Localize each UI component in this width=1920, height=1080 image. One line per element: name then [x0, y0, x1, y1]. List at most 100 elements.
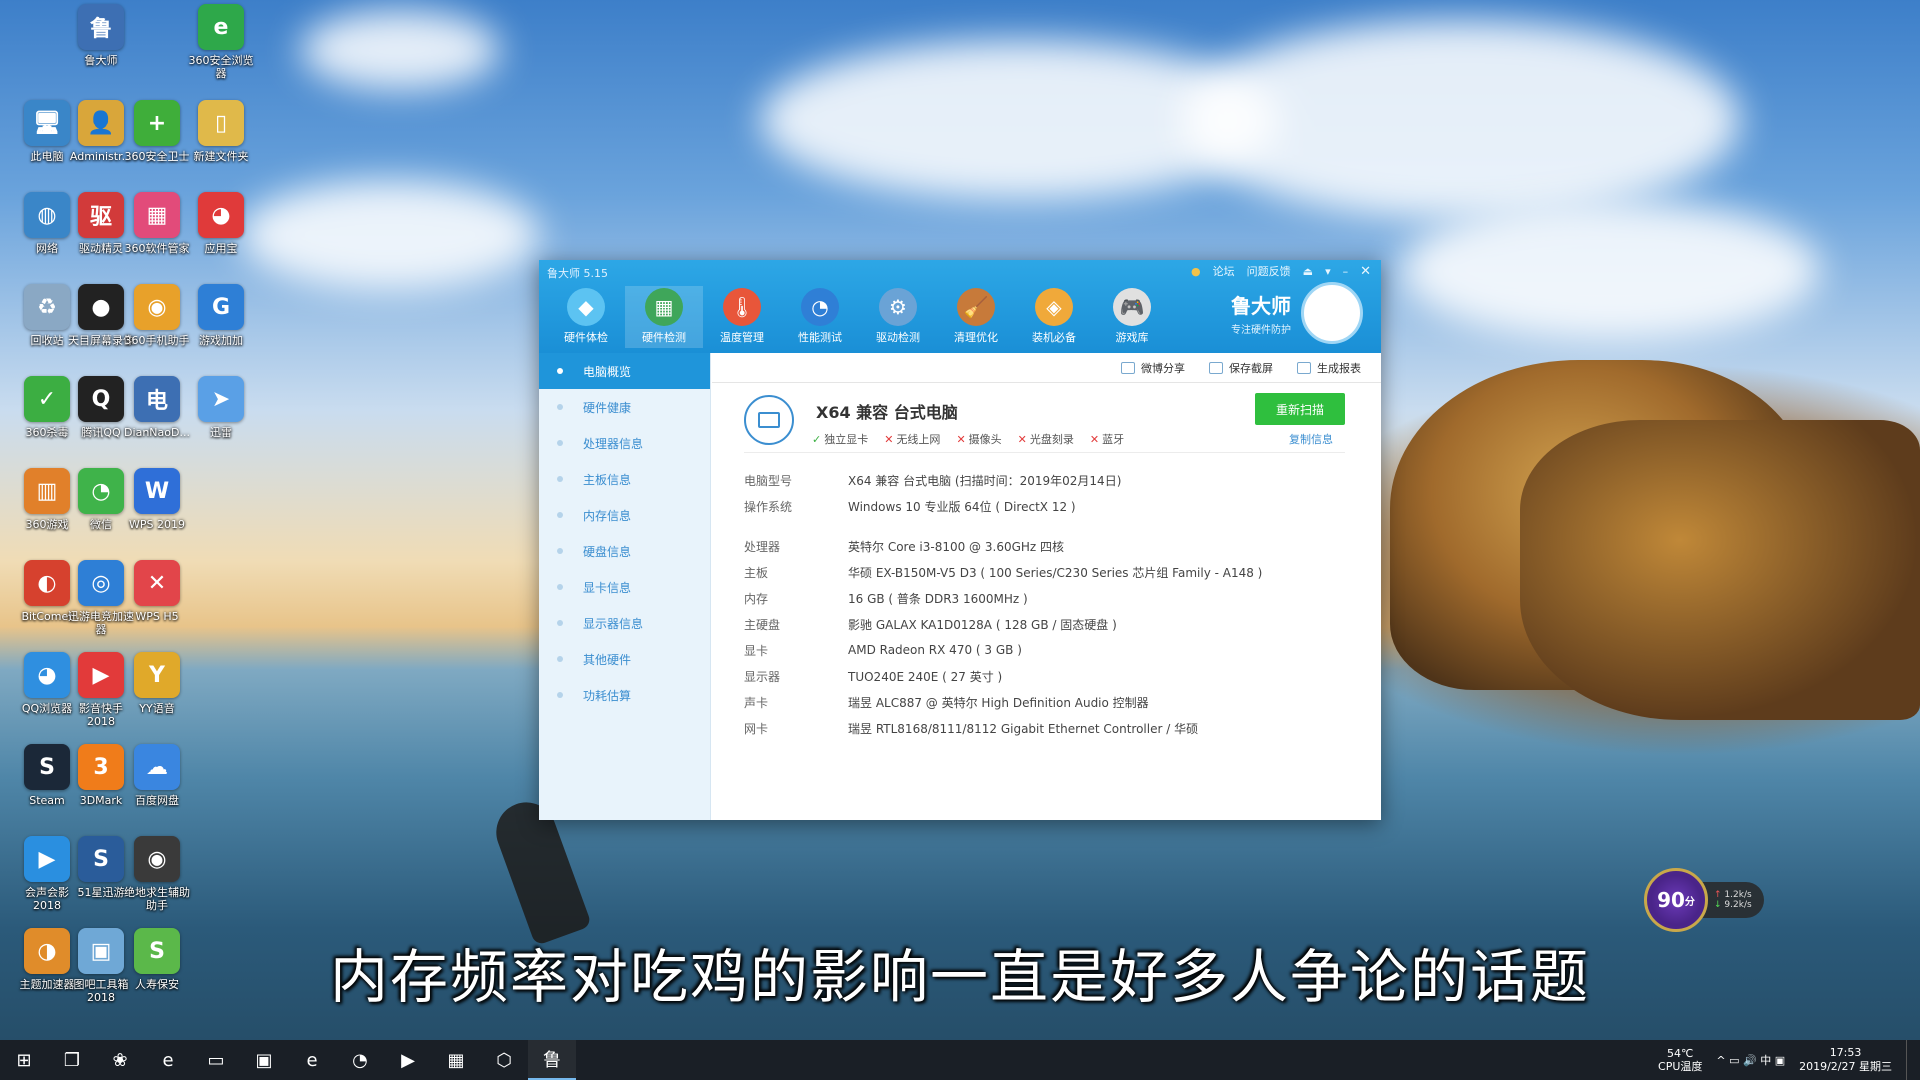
store-icon[interactable]: ▣: [240, 1040, 288, 1080]
desktop-icon[interactable]: ▦ 360软件管家: [120, 192, 194, 255]
desktop-icon[interactable]: ◉ 360手机助手: [120, 284, 194, 347]
desktop-icon[interactable]: W WPS 2019: [120, 468, 194, 531]
desktop-icon[interactable]: G 游戏加加: [184, 284, 258, 347]
bullet-icon: [557, 692, 563, 698]
tool-tab[interactable]: ⚙ 驱动检测: [859, 286, 937, 348]
menu-icon[interactable]: ▾: [1325, 265, 1331, 278]
clock[interactable]: 17:53 2019/2/27 星期三: [1799, 1046, 1892, 1074]
tool-tab[interactable]: ▦ 硬件检测: [625, 286, 703, 348]
desktop-icon[interactable]: 鲁鲁大师: [64, 4, 138, 67]
hardware-check-icon: ◆: [567, 288, 605, 326]
desktop-icon[interactable]: ☁ 百度网盘: [120, 744, 194, 807]
desktop-icon[interactable]: e 360安全浏览器: [184, 4, 258, 80]
save-screenshot-button[interactable]: 保存截屏: [1209, 360, 1273, 376]
feature-item: ✕ 无线上网: [884, 431, 940, 447]
recorder-taskbar-icon[interactable]: ▦: [432, 1040, 480, 1080]
sidebar-item-label: 显示器信息: [583, 616, 644, 631]
system-tray: 54℃ CPU温度 ^ ▭ 🔊 中 ▣ 17:53 2019/2/27 星期三: [1658, 1040, 1912, 1080]
content-panel: 微博分享 保存截屏 生成报表 X64 兼容 台式电脑 ✓ 独立显卡 ✕ 无线上网 ✕ 摄像…: [712, 353, 1381, 820]
browser-360-taskbar-icon[interactable]: e: [288, 1040, 336, 1080]
desktop-icon-label: 应用宝: [204, 242, 238, 255]
desktop-icon-label: YY语音: [139, 702, 175, 715]
clock-date: 2019/2/27 星期三: [1799, 1060, 1892, 1073]
desktop-icon-label: WPS 2019: [129, 518, 185, 531]
desktop-icon[interactable]: ◕ 应用宝: [184, 192, 258, 255]
desktop-icon[interactable]: ▯ 新建文件夹: [184, 100, 258, 163]
pubg-helper-icon: ◉: [134, 836, 180, 882]
sidebar-item[interactable]: 主板信息: [539, 461, 710, 497]
generate-report-button[interactable]: 生成报表: [1297, 360, 1361, 376]
cpu-temperature[interactable]: 54℃ CPU温度: [1658, 1047, 1702, 1073]
folder-icon: ▯: [198, 100, 244, 146]
info-row: 主硬盘 影驰 GALAX KA1D0128A ( 128 GB / 固态硬盘 ): [744, 611, 1262, 637]
window-header: 鲁大师 5.15 ● 论坛 问题反馈 ⏏ ▾ – ✕ ◆ 硬件体检 ▦ 硬件检测 🌡 温度…: [539, 260, 1381, 353]
desktop-icon[interactable]: ➤ 迅雷: [184, 376, 258, 439]
video-taskbar-icon[interactable]: ▶: [384, 1040, 432, 1080]
tool-tab[interactable]: 🌡 温度管理: [703, 286, 781, 348]
minimize-button[interactable]: –: [1343, 265, 1349, 278]
task-view-icon[interactable]: ❐: [48, 1040, 96, 1080]
tool-tab[interactable]: 🎮 游戏库: [1093, 286, 1171, 348]
desktop-icon[interactable]: ◉ 绝地求生辅助助手: [120, 836, 194, 912]
computer-icon: [744, 395, 794, 445]
app-taskbar-icon[interactable]: ⬡: [480, 1040, 528, 1080]
edge-icon[interactable]: e: [144, 1040, 192, 1080]
sidebar-item[interactable]: 显示器信息: [539, 605, 710, 641]
qq-browser-taskbar-icon[interactable]: ◔: [336, 1040, 384, 1080]
cloud: [1180, 20, 1740, 220]
s51-icon: S: [78, 836, 124, 882]
info-value: Windows 10 专业版 64位 ( DirectX 12 ): [848, 499, 1076, 514]
bullet-icon: [557, 548, 563, 554]
tool-tab-label: 温度管理: [720, 331, 764, 344]
baidu-pan-icon: ☁: [134, 744, 180, 790]
file-explorer-icon[interactable]: ▭: [192, 1040, 240, 1080]
weibo-share-button[interactable]: 微博分享: [1121, 360, 1185, 376]
feedback-link[interactable]: 问题反馈: [1247, 263, 1291, 279]
window-controls: ● 论坛 问题反馈 ⏏ ▾ – ✕: [1191, 263, 1371, 279]
share-icon[interactable]: ⏏: [1303, 265, 1313, 278]
cross-icon: ✕: [956, 433, 966, 446]
app-store-icon: ◕: [198, 192, 244, 238]
desktop-icon[interactable]: 电 DianNaoD...: [120, 376, 194, 439]
desktop-icon-label: 鲁大师: [84, 54, 118, 67]
start-icon[interactable]: ⊞: [0, 1040, 48, 1080]
tool-tab[interactable]: ◈ 装机必备: [1015, 286, 1093, 348]
generate-report-label: 生成报表: [1317, 361, 1361, 375]
sidebar-item[interactable]: 电脑概览: [539, 353, 710, 389]
upload-speed: 1.2k/s: [1724, 890, 1752, 900]
feature-item: ✕ 光盘刻录: [1018, 431, 1074, 447]
essentials-icon: ◈: [1035, 288, 1073, 326]
forum-link[interactable]: 论坛: [1213, 263, 1235, 279]
sidebar-item[interactable]: 硬盘信息: [539, 533, 710, 569]
tool-tab[interactable]: ◆ 硬件体检: [547, 286, 625, 348]
medal-icon[interactable]: ●: [1191, 265, 1201, 278]
tool-tab-label: 装机必备: [1032, 331, 1076, 344]
ludashi-taskbar-icon[interactable]: 鲁: [528, 1040, 576, 1080]
3dmark-icon: 3: [78, 744, 124, 790]
show-desktop-button[interactable]: [1906, 1040, 1912, 1080]
sidebar-item[interactable]: 其他硬件: [539, 641, 710, 677]
wechat-icon: ◔: [78, 468, 124, 514]
sidebar-item-label: 硬件健康: [583, 400, 632, 415]
tool-tab-label: 清理优化: [954, 331, 998, 344]
desktop-icon[interactable]: ✕ WPS H5: [120, 560, 194, 623]
sidebar-item[interactable]: 处理器信息: [539, 425, 710, 461]
tool-tab[interactable]: ◔ 性能测试: [781, 286, 859, 348]
desktop-icon[interactable]: +360安全卫士: [120, 100, 194, 163]
wps-h5-icon: ✕: [134, 560, 180, 606]
main-toolbar: ◆ 硬件体检 ▦ 硬件检测 🌡 温度管理 ◔ 性能测试 ⚙ 驱动检测 🧹 清理优化 ◈ 装机必备 🎮 游戏库: [547, 286, 1171, 348]
copy-info-link[interactable]: 复制信息: [1289, 431, 1333, 447]
game-plus-icon: G: [198, 284, 244, 330]
rescan-button[interactable]: 重新扫描: [1255, 393, 1345, 425]
cross-icon: ✕: [1089, 433, 1100, 446]
sidebar-item[interactable]: 显卡信息: [539, 569, 710, 605]
taskbar-app-icon[interactable]: ❀: [96, 1040, 144, 1080]
sidebar-item[interactable]: 硬件健康: [539, 389, 710, 425]
tray-icons[interactable]: ^ ▭ 🔊 中 ▣: [1716, 1052, 1785, 1068]
sidebar-item[interactable]: 功耗估算: [539, 677, 710, 713]
sidebar-item[interactable]: 内存信息: [539, 497, 710, 533]
desktop-icon[interactable]: Y YY语音: [120, 652, 194, 715]
cpu-widget[interactable]: 90 分 ↑ 1.2k/s ↓ 9.2k/s: [1644, 868, 1764, 932]
close-button[interactable]: ✕: [1360, 264, 1371, 279]
tool-tab[interactable]: 🧹 清理优化: [937, 286, 1015, 348]
